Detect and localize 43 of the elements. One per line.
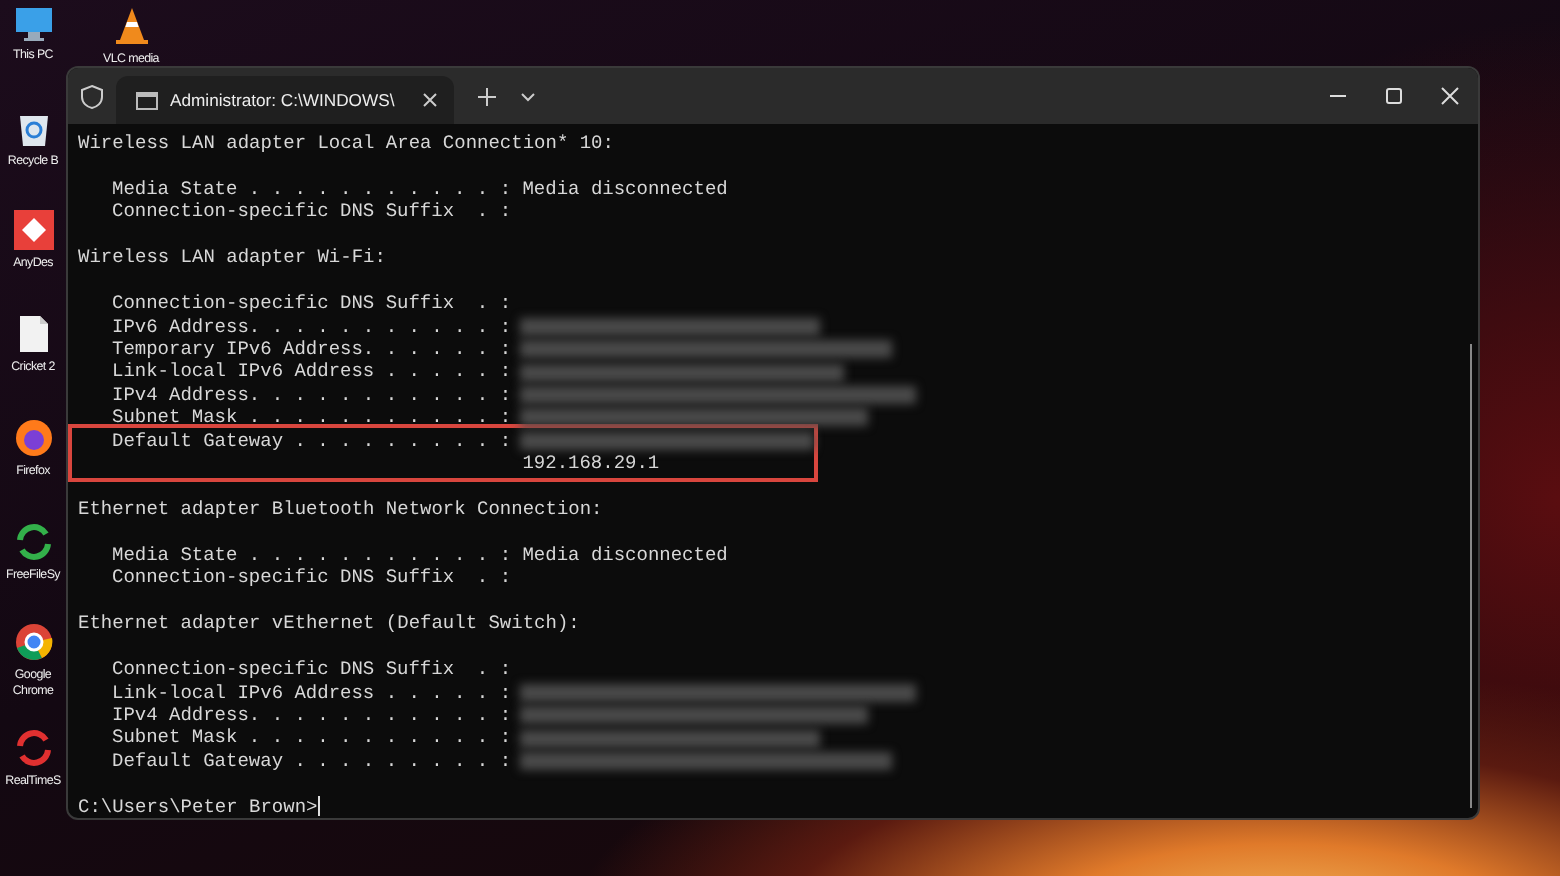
field-label: Connection-specific DNS Suffix . : (112, 292, 512, 316)
field-label: Default Gateway . . . . . . . . . : (112, 749, 512, 773)
maximize-icon[interactable] (1384, 86, 1404, 106)
close-icon[interactable] (422, 92, 439, 108)
field-label: Link-local IPv6 Address . . . . . : (112, 681, 512, 704)
plus-icon[interactable] (478, 87, 497, 105)
chrome-icon[interactable] (13, 622, 53, 662)
field-label: Subnet Mask . . . . . . . . . . . : (112, 406, 512, 430)
file-icon[interactable] (17, 314, 49, 354)
chevron-down-icon[interactable] (520, 91, 537, 101)
text-cursor (317, 796, 320, 817)
terminal-icon (136, 91, 158, 109)
sync-arrows-icon[interactable] (13, 728, 53, 768)
recycle-bin-icon[interactable] (17, 110, 49, 148)
field-label: Connection-specific DNS Suffix . : (112, 658, 512, 682)
field-value: 192.168.29.1 (522, 452, 660, 476)
field-label: Subnet Mask . . . . . . . . . . . : (112, 726, 512, 750)
sync-arrows-icon[interactable] (13, 522, 53, 562)
monitor-icon[interactable] (13, 6, 53, 42)
field-label: Media State . . . . . . . . . . . : (112, 543, 512, 567)
traffic-cone-icon[interactable] (111, 6, 151, 46)
firefox-icon[interactable] (13, 418, 53, 458)
field-label: Link-local IPv6 Address . . . . . : (112, 360, 512, 384)
adapter-heading: Wireless LAN adapter Wi-Fi: (78, 246, 386, 270)
field-value: Media disconnected (522, 177, 728, 201)
adapter-heading: Ethernet adapter vEthernet (Default Switch): (78, 612, 580, 636)
field-label: Temporary IPv6 Address. . . . . . : (112, 337, 512, 361)
field-label: IPv6 Address. . . . . . . . . . . : (112, 315, 512, 338)
field-label: Media State . . . . . . . . . . . : (112, 177, 512, 201)
scrollbar[interactable] (1469, 344, 1472, 808)
shield-icon (80, 83, 104, 109)
field-label: Connection-specific DNS Suffix . : (112, 200, 512, 224)
terminal-tab[interactable]: Administrator: C:\WINDOWS\ (116, 76, 455, 124)
field-label: IPv4 Address. . . . . . . . . . . : (112, 703, 512, 727)
field-label: IPv4 Address. . . . . . . . . . . : (112, 383, 512, 407)
adapter-heading: Wireless LAN adapter Local Area Connection* 10: (78, 132, 614, 155)
close-icon[interactable] (1440, 86, 1460, 106)
adapter-heading: Ethernet adapter Bluetooth Network Connection: (78, 498, 603, 521)
command-prompt: C:\Users\Peter Brown> (78, 795, 318, 818)
field-label: Default Gateway . . . . . . . . . : (112, 429, 512, 453)
field-label: Connection-specific DNS Suffix . : (112, 566, 512, 590)
app-icon[interactable] (13, 210, 53, 250)
field-value: Media disconnected (522, 543, 728, 567)
